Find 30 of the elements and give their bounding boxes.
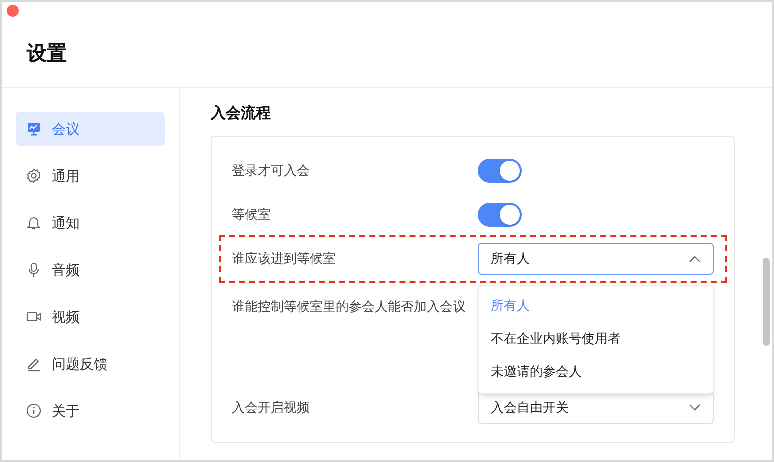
microphone-icon [26,262,42,278]
scrollbar-thumb[interactable] [763,258,770,346]
dropdown-select[interactable]: 所有人 [478,242,714,274]
toggle-switch[interactable] [478,158,522,182]
setting-label: 等候室 [232,206,272,224]
info-icon [26,403,42,419]
pen-icon [26,356,42,372]
sidebar-item[interactable]: 关于 [16,394,165,428]
sidebar-item[interactable]: 视频 [16,300,165,334]
bell-icon [26,215,42,231]
window-title: 设置 [27,42,67,66]
setting-label: 入会开启视频 [232,398,311,417]
menu-option[interactable]: 不在企业内账号使用者 [479,322,713,356]
presentation-board-icon [26,121,42,137]
toggle-switch[interactable] [478,202,522,226]
close-button[interactable] [7,5,19,17]
setting-label: 登录才可入会 [232,162,311,180]
setting-label: 谁应该进到等候室 [232,250,337,268]
chevron-down-icon [689,404,701,412]
sidebar-item[interactable]: 问题反馈 [16,347,165,381]
sidebar-item[interactable]: 音频 [16,253,165,287]
dropdown-select[interactable]: 入会自由开关 [478,392,714,424]
sidebar-item[interactable]: 通用 [16,159,165,193]
chevron-up-icon [689,254,701,262]
sidebar-item[interactable]: 会议 [16,112,165,146]
sidebar-item[interactable]: 通知 [16,206,165,240]
section-heading: 入会流程 [211,104,272,124]
setting-label: 谁能控制等候室里的参会人能否加入会议 [232,298,467,316]
menu-option[interactable]: 未邀请的参会人 [479,356,713,388]
settings-icon [26,168,42,184]
